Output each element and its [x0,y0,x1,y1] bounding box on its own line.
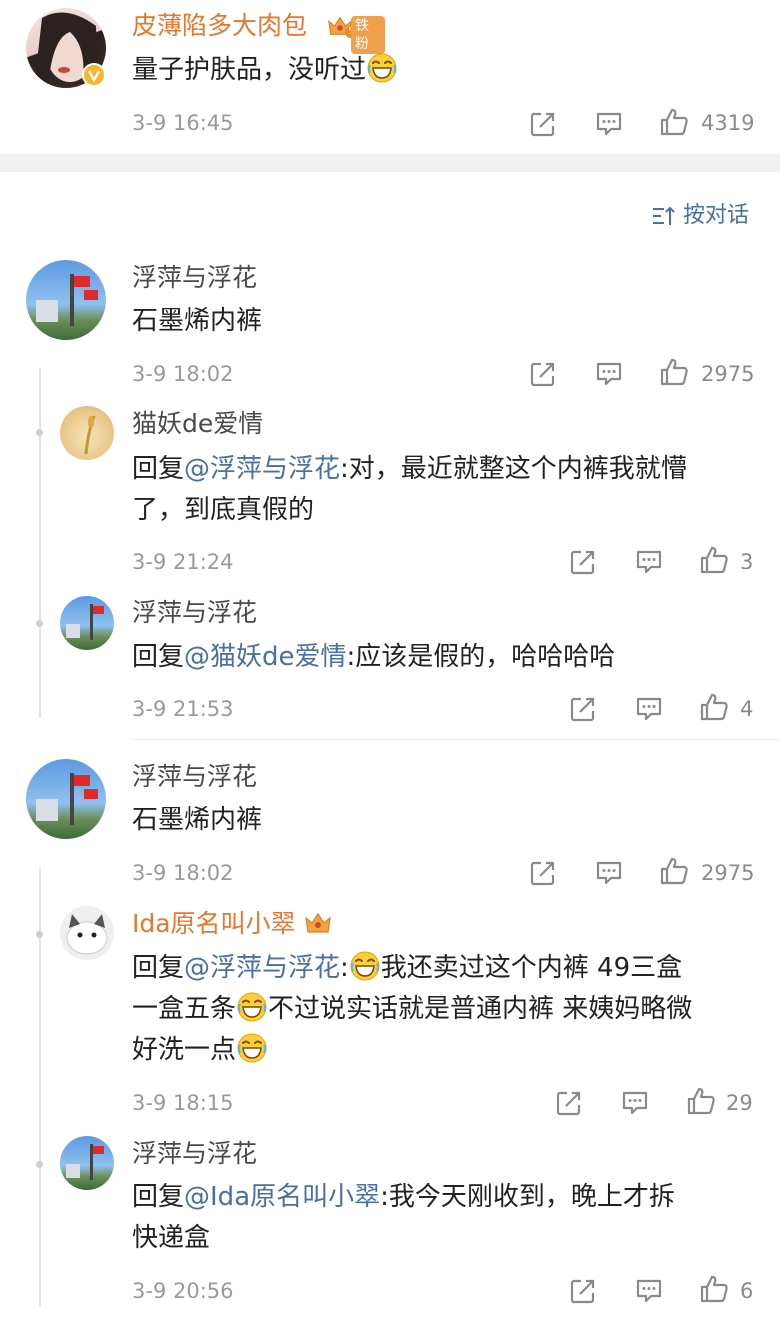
share-icon[interactable] [529,859,557,887]
laugh-cry-emoji [236,991,268,1023]
post-text: 量子护肤品，没听过 [132,50,398,91]
post-time: 3-9 16:45 [132,111,234,135]
comment-text: 石墨烯内裤 [132,306,263,336]
thread-dot [36,620,43,627]
avatar[interactable] [60,406,114,460]
avatar[interactable] [60,906,114,960]
comment-username[interactable]: 浮萍与浮花 [132,764,257,789]
comment-icon[interactable] [635,1277,663,1305]
laugh-cry-emoji [366,52,398,84]
thumb-up-icon[interactable] [699,545,729,575]
share-icon[interactable] [569,1277,597,1305]
like-count: 29 [726,1091,753,1115]
comment-time: 3-9 18:02 [132,861,234,885]
comment-icon[interactable] [595,360,623,388]
reply-username[interactable]: 浮萍与浮花 [132,600,257,625]
reply-text: 回复@浮萍与浮花:对，最近就整这个内裤我就懵 了，到底真假的 [132,454,687,525]
mention-link[interactable]: @猫妖de爱情 [184,642,347,672]
mention-link[interactable]: @浮萍与浮花 [184,454,340,484]
reply-text: 回复@猫妖de爱情:应该是假的，哈哈哈哈 [132,642,616,672]
thumb-up-icon[interactable] [699,692,729,722]
mention-link[interactable]: @浮萍与浮花 [184,953,340,983]
comment-time: 3-9 18:02 [132,362,234,386]
comment-icon[interactable] [595,859,623,887]
mention-link[interactable]: @Ida原名叫小翠 [184,1182,380,1212]
comment-icon[interactable] [635,548,663,576]
like-count: 2975 [701,861,755,885]
share-icon[interactable] [569,695,597,723]
sort-label: 按对话 [683,203,750,228]
like-count: 2975 [701,362,755,386]
reply-time: 3-9 18:15 [132,1091,234,1115]
avatar[interactable] [60,596,114,650]
thumb-up-icon[interactable] [659,357,689,387]
comment-icon[interactable] [621,1089,649,1117]
thread-dot [36,931,43,938]
sort-toggle[interactable]: 按对话 [651,202,761,230]
badge-label: 铁粉 [351,16,385,54]
section-divider [0,154,780,172]
like-count: 3 [740,550,754,574]
avatar[interactable] [26,759,106,839]
reply-username[interactable]: 猫妖de爱情 [132,411,263,436]
crown-icon [304,911,332,935]
comment-icon[interactable] [635,695,663,723]
thread-line [39,368,41,718]
share-icon[interactable] [555,1089,583,1117]
avatar[interactable] [60,1136,114,1190]
reply-time: 3-9 20:56 [132,1279,234,1303]
share-icon[interactable] [529,360,557,388]
comment-username[interactable]: 浮萍与浮花 [132,265,257,290]
thumb-up-icon[interactable] [686,1086,716,1116]
like-count: 4 [740,697,754,721]
comment-icon[interactable] [595,110,623,138]
reply-time: 3-9 21:24 [132,550,234,574]
sort-icon [653,206,675,225]
fan-badge[interactable]: 5 铁粉 [327,12,385,54]
reply-time: 3-9 21:53 [132,697,234,721]
thumb-up-icon[interactable] [659,856,689,886]
like-count: 4319 [701,111,755,135]
share-icon[interactable] [529,110,557,138]
reply-username[interactable]: Ida原名叫小翠 [132,911,332,936]
thread-dot [36,1161,43,1168]
reply-text: 回复@浮萍与浮花: 我还卖过这个内裤 49三盒 一盒五条 不过说实话就是普通内裤 来… [132,948,772,1071]
reply-text: 回复@Ida原名叫小翠:我今天刚收到，晚上才拆 快递盒 [132,1182,675,1253]
reply-username[interactable]: 浮萍与浮花 [132,1141,257,1166]
comment-text: 石墨烯内裤 [132,805,263,835]
thumb-up-icon[interactable] [659,107,689,137]
thread-separator [132,739,780,740]
laugh-cry-emoji [236,1032,268,1064]
like-count: 6 [740,1279,754,1303]
post-username[interactable]: 皮薄陷多大肉包 [132,13,307,38]
verified-icon [82,63,106,87]
thumb-up-icon[interactable] [699,1274,729,1304]
avatar[interactable] [26,260,106,340]
share-icon[interactable] [569,548,597,576]
thread-dot [36,429,43,436]
laugh-cry-emoji [349,950,381,982]
